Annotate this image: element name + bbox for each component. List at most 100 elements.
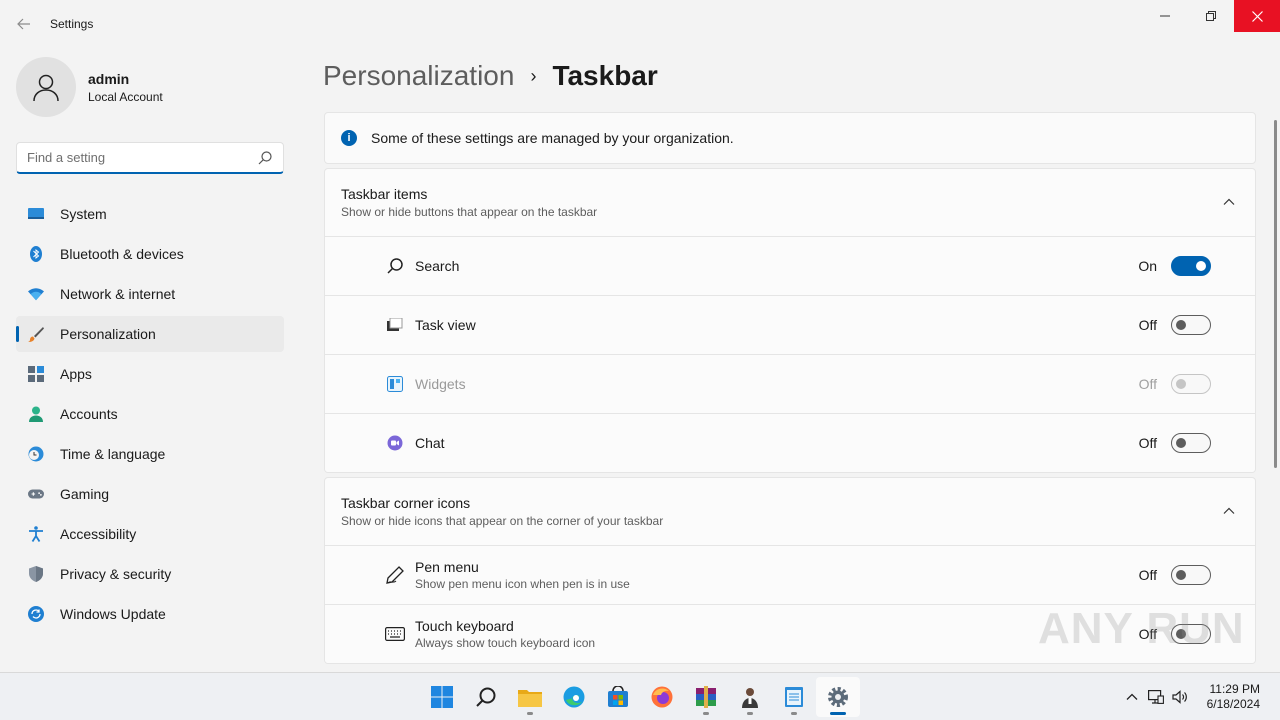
- group-title: Taskbar items: [341, 186, 428, 202]
- info-icon: i: [341, 130, 357, 146]
- row-description: Show pen menu icon when pen is in use: [415, 577, 630, 591]
- search-icon: [258, 151, 272, 165]
- brush-icon: [28, 326, 44, 342]
- sidebar-nav: System Bluetooth & devices Network & int…: [16, 196, 284, 636]
- row-label: Widgets: [415, 376, 466, 392]
- sidebar-item-personalization[interactable]: Personalization: [16, 316, 284, 352]
- chevron-right-icon: ›: [530, 65, 537, 86]
- back-arrow-icon[interactable]: [12, 12, 36, 36]
- sidebar-item-label: Time & language: [60, 446, 166, 462]
- sidebar-item-gaming[interactable]: Gaming: [16, 476, 284, 512]
- keyboard-icon: [385, 624, 405, 644]
- sidebar-item-windows-update[interactable]: Windows Update: [16, 596, 284, 632]
- toggle-state: Off: [1138, 435, 1157, 451]
- search-icon[interactable]: [464, 677, 508, 717]
- user-profile[interactable]: admin Local Account: [16, 57, 163, 117]
- widgets-toggle: [1171, 374, 1211, 394]
- setting-row-search: Search On: [325, 236, 1255, 295]
- widgets-icon: [385, 374, 405, 394]
- toggle-state: Off: [1138, 317, 1157, 333]
- apps-icon: [28, 366, 44, 382]
- chevron-up-icon[interactable]: [1221, 194, 1237, 210]
- watermark: ANY RUN: [1038, 604, 1245, 653]
- sidebar-item-bluetooth[interactable]: Bluetooth & devices: [16, 236, 284, 272]
- system-tray: [1120, 685, 1192, 709]
- clock-globe-icon: [28, 446, 44, 462]
- sidebar-item-label: Accessibility: [60, 526, 137, 542]
- settings-search-box[interactable]: [16, 142, 284, 174]
- avatar: [16, 57, 76, 117]
- firefox-icon[interactable]: [640, 677, 684, 717]
- search-icon: [385, 256, 405, 276]
- task-view-icon: [385, 315, 405, 335]
- gamepad-icon: [28, 486, 44, 502]
- sidebar-item-accounts[interactable]: Accounts: [16, 396, 284, 432]
- windows-taskbar: 11:29 PM 6/18/2024: [0, 672, 1280, 720]
- group-title: Taskbar corner icons: [341, 495, 471, 511]
- sidebar-item-system[interactable]: System: [16, 196, 284, 232]
- sidebar-item-label: Windows Update: [60, 606, 166, 622]
- setting-row-chat: Chat Off: [325, 413, 1255, 472]
- breadcrumb-parent[interactable]: Personalization: [323, 60, 514, 92]
- sidebar-item-time-language[interactable]: Time & language: [16, 436, 284, 472]
- setting-row-widgets: Widgets Off: [325, 354, 1255, 413]
- bluetooth-icon: [28, 246, 44, 262]
- scrollbar[interactable]: [1274, 120, 1277, 468]
- corner-icons-header[interactable]: Taskbar corner icons Show or hide icons …: [325, 478, 1255, 545]
- row-label: Chat: [415, 435, 445, 451]
- sidebar-item-label: Personalization: [60, 326, 156, 342]
- accounts-icon: [28, 406, 44, 422]
- pen-icon: [385, 565, 405, 585]
- taskbar-items-group: Taskbar items Show or hide buttons that …: [324, 168, 1256, 473]
- sidebar-item-apps[interactable]: Apps: [16, 356, 284, 392]
- sidebar-item-label: Network & internet: [60, 286, 176, 302]
- search-toggle[interactable]: [1171, 256, 1211, 276]
- row-label: Pen menu: [415, 559, 479, 575]
- edge-icon[interactable]: [552, 677, 596, 717]
- user-icon: [33, 74, 59, 102]
- sidebar-item-accessibility[interactable]: Accessibility: [16, 516, 284, 552]
- chevron-up-icon[interactable]: [1221, 503, 1237, 519]
- toggle-state: On: [1138, 258, 1157, 274]
- notepad-icon[interactable]: [772, 677, 816, 717]
- search-input[interactable]: [17, 143, 247, 171]
- chat-toggle[interactable]: [1171, 433, 1211, 453]
- network-icon[interactable]: [1144, 685, 1168, 709]
- task-view-toggle[interactable]: [1171, 315, 1211, 335]
- sidebar-item-privacy-security[interactable]: Privacy & security: [16, 556, 284, 592]
- winrar-icon[interactable]: [684, 677, 728, 717]
- store-icon[interactable]: [596, 677, 640, 717]
- clock-time: 11:29 PM: [1209, 682, 1260, 696]
- file-explorer-icon[interactable]: [508, 677, 552, 717]
- chevron-up-icon[interactable]: [1120, 685, 1144, 709]
- user-app-icon[interactable]: [728, 677, 772, 717]
- volume-icon[interactable]: [1168, 685, 1192, 709]
- group-subtitle: Show or hide icons that appear on the co…: [341, 514, 664, 528]
- sidebar-item-label: Gaming: [60, 486, 110, 502]
- row-description: Always show touch keyboard icon: [415, 636, 596, 650]
- setting-row-pen-menu: Pen menu Show pen menu icon when pen is …: [325, 545, 1255, 604]
- page-title: Taskbar: [552, 60, 658, 91]
- taskbar-apps: [420, 677, 860, 717]
- system-icon: [28, 206, 44, 222]
- chat-icon: [385, 433, 405, 453]
- sidebar-item-label: Apps: [60, 366, 92, 382]
- pen-menu-toggle[interactable]: [1171, 565, 1211, 585]
- taskbar-clock[interactable]: 11:29 PM 6/18/2024: [1207, 682, 1260, 712]
- restore-button[interactable]: [1188, 0, 1234, 32]
- settings-icon[interactable]: [816, 677, 860, 717]
- minimize-button[interactable]: [1142, 0, 1188, 32]
- accessibility-icon: [28, 526, 44, 542]
- toggle-state: Off: [1138, 376, 1157, 392]
- title-bar: Settings: [0, 0, 1280, 48]
- setting-row-task-view: Task view Off: [325, 295, 1255, 354]
- sidebar-item-label: Bluetooth & devices: [60, 246, 184, 262]
- close-button[interactable]: [1234, 0, 1280, 32]
- shield-icon: [28, 566, 44, 582]
- sidebar-item-label: Accounts: [60, 406, 118, 422]
- sidebar-item-network[interactable]: Network & internet: [16, 276, 284, 312]
- row-label: Task view: [415, 317, 476, 333]
- taskbar-items-header[interactable]: Taskbar items Show or hide buttons that …: [325, 169, 1255, 236]
- start-icon[interactable]: [420, 677, 464, 717]
- profile-account-type: Local Account: [88, 89, 163, 104]
